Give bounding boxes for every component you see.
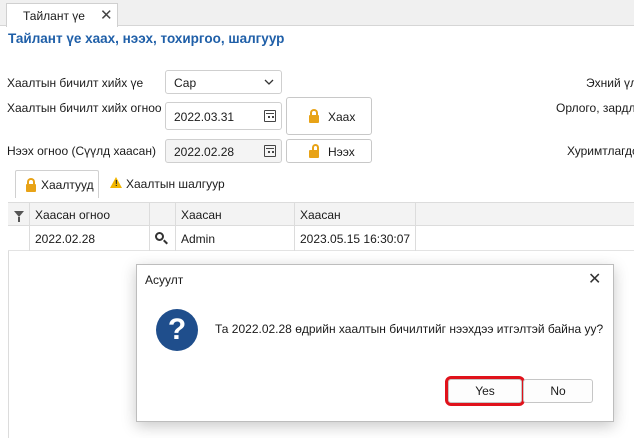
dialog-title: Асуулт: [145, 273, 184, 287]
period-select-value: Сар: [174, 76, 197, 90]
question-icon: ?: [156, 309, 198, 351]
filter-icon[interactable]: [14, 211, 24, 222]
column-header-closed-date[interactable]: Хаасан огноо: [35, 208, 110, 222]
no-button[interactable]: No: [523, 379, 593, 403]
close-icon[interactable]: ✕: [100, 6, 113, 24]
document-tab[interactable]: Тайлант үе ✕: [6, 3, 118, 27]
grid-column-divider: [29, 202, 30, 251]
period-select[interactable]: Сар: [165, 70, 282, 94]
chevron-down-icon: [264, 79, 274, 85]
grid-column-divider: [149, 202, 150, 251]
grid-header: Хаасан огноо Хаасан Хаасан: [8, 202, 634, 226]
open-date-label: Нээх огноо (Сүүлд хаасан): [7, 144, 156, 158]
page-title: Тайлант үе хаах, нээх, тохиргоо, шалгуур: [8, 31, 285, 46]
lock-icon-body: [26, 184, 36, 192]
column-header-closed-at[interactable]: Хаасан: [300, 208, 341, 222]
period-label: Хаалтын бичилт хийх үе: [7, 76, 144, 90]
tab-closings-label: Хаалтууд: [41, 178, 94, 192]
confirm-dialog: Асуулт ✕ ? Та 2022.02.28 өдрийн хаалтын …: [136, 264, 614, 422]
document-tab-label: Тайлант үе: [23, 9, 85, 23]
close-period-button-label: Хаах: [328, 110, 356, 124]
close-date-value: 2022.03.31: [174, 110, 235, 124]
open-period-button-label: Нээх: [328, 145, 355, 159]
grid-column-divider: [294, 202, 295, 251]
cell-closed-date: 2022.02.28: [35, 232, 96, 246]
right-label-income: Орлого, зардл: [556, 101, 634, 115]
grid-column-divider: [415, 202, 416, 251]
calendar-icon[interactable]: [264, 110, 276, 122]
right-label-opening: Эхний үл: [586, 76, 634, 90]
yes-button[interactable]: Yes: [445, 376, 525, 406]
cell-closed-at: 2023.05.15 16:30:07: [300, 232, 411, 246]
close-period-button[interactable]: Хаах: [286, 97, 372, 135]
table-row[interactable]: 2022.02.28 Admin 2023.05.15 16:30:07: [8, 226, 634, 251]
tab-closing-criteria[interactable]: ! Хаалтын шалгуур: [102, 170, 230, 198]
close-date-field[interactable]: 2022.03.31: [165, 102, 282, 130]
column-header-closed-by[interactable]: Хаасан: [181, 208, 222, 222]
warning-icon: !: [110, 177, 122, 188]
open-date-field[interactable]: 2022.02.28: [165, 139, 282, 163]
tab-closings[interactable]: Хаалтууд: [15, 170, 99, 198]
dialog-message: Та 2022.02.28 өдрийн хаалтын бичилтийг н…: [215, 322, 604, 336]
open-period-button[interactable]: Нээх: [286, 139, 372, 163]
cell-closed-by: Admin: [181, 232, 216, 246]
calendar-icon[interactable]: [264, 145, 276, 157]
search-icon[interactable]: [155, 232, 164, 241]
grid-column-divider: [175, 202, 176, 251]
right-label-accumulated: Хуримтлагдс: [567, 144, 634, 158]
tab-closing-criteria-label: Хаалтын шалгуур: [126, 177, 225, 191]
open-date-value: 2022.02.28: [174, 145, 235, 159]
close-icon[interactable]: ✕: [588, 269, 601, 289]
lock-icon-body: [309, 115, 319, 123]
close-date-label: Хаалтын бичилт хийх огноо: [7, 101, 162, 115]
unlock-icon-body: [309, 150, 319, 158]
